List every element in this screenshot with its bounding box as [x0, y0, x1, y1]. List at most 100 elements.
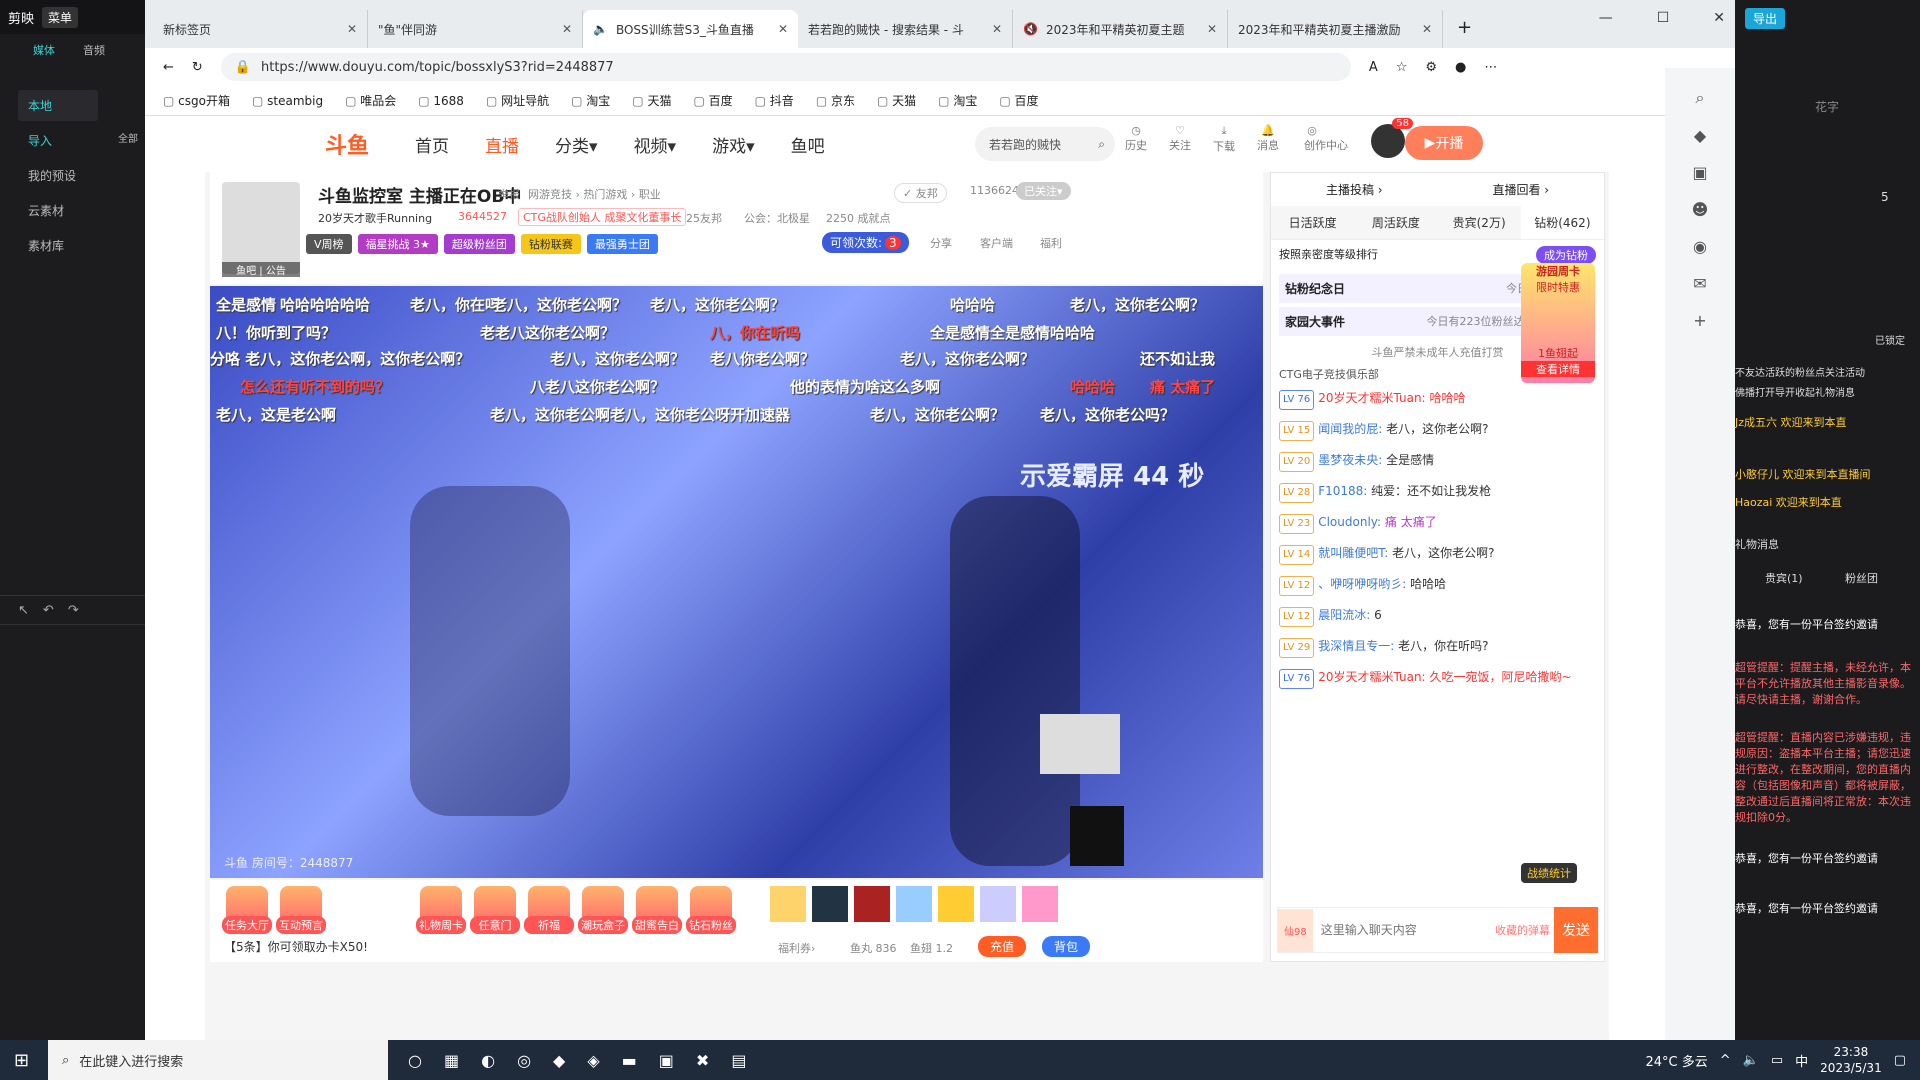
gift-icon[interactable]	[854, 886, 890, 922]
favorite-icon[interactable]: ☆	[1396, 60, 1408, 75]
app-icon[interactable]: ▣	[659, 1051, 674, 1070]
jy-side-cloud[interactable]: 云素材	[18, 195, 98, 226]
avatar[interactable]: 58	[1371, 118, 1413, 158]
cursor-icon[interactable]: ↖	[18, 603, 29, 618]
promo-card[interactable]: 游园周卡 限时特惠 1鱼翅起 查看详情	[1521, 263, 1595, 383]
edge-icon[interactable]: ◐	[481, 1051, 495, 1070]
close-icon[interactable]: ✕	[562, 22, 572, 36]
user-name[interactable]: 20岁天才糯米Tuan:	[1318, 391, 1425, 405]
go-live-button[interactable]: ▶ 开播	[1405, 126, 1483, 160]
bookmark[interactable]: 1688	[418, 94, 464, 108]
bookmark[interactable]: 京东	[816, 92, 855, 109]
guild-name[interactable]: 公会：北极星	[744, 210, 810, 226]
close-icon[interactable]: ✕	[347, 22, 357, 36]
redo-icon[interactable]: ↷	[68, 603, 79, 618]
add-icon[interactable]: +	[1693, 311, 1706, 330]
browser-tab[interactable]: 🔇 2023年和平精英初夏主题 ✕	[1013, 10, 1228, 48]
gift-icon[interactable]	[812, 886, 848, 922]
chat-input[interactable]	[1312, 923, 1495, 937]
minimize-icon[interactable]: —	[1599, 10, 1613, 26]
close-icon[interactable]: ✕	[1207, 22, 1217, 36]
nav-games[interactable]: 游戏▾	[712, 132, 755, 157]
people-icon[interactable]: ☻	[1692, 200, 1709, 219]
jy-tab-audio[interactable]: 音频	[76, 42, 112, 58]
client-button[interactable]: 客户端	[980, 235, 1013, 251]
office-icon[interactable]: ◉	[1693, 237, 1707, 256]
douyu-logo[interactable]: 斗鱼	[325, 128, 369, 160]
close-window-icon[interactable]: ✕	[1713, 10, 1725, 26]
tab-daily[interactable]: 日活跃度	[1271, 206, 1355, 239]
tag[interactable]: V周榜	[306, 234, 352, 254]
gift-item[interactable]: 钻石粉丝	[686, 886, 736, 934]
bookmark[interactable]: 网址导航	[486, 92, 549, 109]
windows-start-icon[interactable]: ⊞	[14, 1050, 29, 1071]
bookmark[interactable]: 淘宝	[571, 92, 610, 109]
bag-button[interactable]: 背包	[1042, 936, 1091, 957]
creator-button[interactable]: ◎ 创作中心	[1299, 124, 1353, 158]
browser-tab[interactable]: 2023年和平精英初夏主播激励 ✕	[1228, 10, 1443, 48]
nav-live[interactable]: 直播	[485, 132, 519, 157]
tab-weekly[interactable]: 周活跃度	[1354, 206, 1438, 239]
bookmark[interactable]: 唯品会	[345, 92, 396, 109]
history-button[interactable]: ◷ 历史	[1123, 124, 1149, 158]
bookmark[interactable]: steambig	[252, 94, 323, 108]
gift-item[interactable]: 甜蜜告白	[632, 886, 682, 934]
welfare-coupon[interactable]: 福利券›	[778, 940, 815, 956]
jy-side-local[interactable]: 本地	[18, 90, 98, 121]
user-name[interactable]: 晨阳流冰:	[1318, 608, 1370, 622]
back-icon[interactable]: ←	[163, 60, 174, 75]
bookmark[interactable]: 百度	[693, 92, 733, 109]
message-button[interactable]: 🔔 消息	[1255, 124, 1281, 158]
close-icon[interactable]: ✕	[778, 22, 788, 36]
undo-icon[interactable]: ↶	[43, 603, 54, 618]
gift-item[interactable]: 任务大厅	[222, 886, 272, 934]
tag-icon[interactable]: ◆	[1694, 126, 1706, 145]
new-tab-icon[interactable]: +	[1443, 17, 1486, 48]
download-button[interactable]: ⤓ 下载	[1211, 124, 1237, 158]
gift-item[interactable]: 礼物周卡	[416, 886, 466, 934]
video-player[interactable]: 全是感情 哈哈哈哈哈哈 老八，你在吗 老八，这你老公啊？ 老八，这你老公啊？ 哈…	[210, 286, 1263, 878]
browser-tab[interactable]: 新标签页 ✕	[153, 10, 368, 48]
welfare-button[interactable]: 福利	[1040, 235, 1062, 251]
user-name[interactable]: F10188:	[1318, 484, 1367, 498]
pip-thumbnail[interactable]	[1040, 714, 1120, 774]
network-icon[interactable]: ▭	[1771, 1053, 1783, 1068]
followed-button[interactable]: 已关注▾	[1016, 182, 1071, 200]
steam-icon[interactable]: ◎	[517, 1051, 531, 1070]
bookmark[interactable]: csgo开箱	[163, 92, 230, 109]
nav-home[interactable]: 首页	[415, 132, 449, 157]
search-icon[interactable]: ⌕	[1696, 88, 1705, 108]
become-diamond-button[interactable]: 成为钻粉	[1536, 246, 1596, 264]
follow-button[interactable]: ♡ 关注	[1167, 124, 1193, 158]
refresh-icon[interactable]: ↻	[192, 60, 203, 75]
site-search-input[interactable]: 若若跑的贼快 ⌕	[975, 127, 1115, 161]
app-icon[interactable]: ◈	[587, 1051, 599, 1070]
search-icon[interactable]: ⌕	[1098, 137, 1105, 152]
close-icon[interactable]: ✕	[1422, 22, 1432, 36]
task-view-icon[interactable]: ▦	[444, 1051, 459, 1070]
close-icon[interactable]: ✕	[992, 22, 1002, 36]
nav-video[interactable]: 视频▾	[634, 132, 677, 157]
gift-icon[interactable]	[938, 886, 974, 922]
user-name[interactable]: 20岁天才糯米Tuan:	[1318, 670, 1425, 684]
report-link[interactable]: 举报	[498, 186, 520, 202]
gift-icon[interactable]	[980, 886, 1016, 922]
tag[interactable]: 超级粉丝团	[443, 234, 515, 254]
room-category[interactable]: 网游竞技 › 热门游戏 › 职业	[528, 186, 661, 202]
more-icon[interactable]: ⋯	[1484, 60, 1497, 75]
tag[interactable]: 钻粉联赛	[520, 234, 581, 254]
capcut-icon[interactable]: ✖	[696, 1051, 709, 1070]
tag[interactable]: 福星挑战 3★	[357, 234, 438, 254]
anchor-posts-link[interactable]: 主播投稿 ›	[1326, 181, 1383, 198]
read-aloud-icon[interactable]: A	[1369, 60, 1378, 75]
gift-item[interactable]: 互动预言	[276, 886, 326, 934]
user-name[interactable]: 、咿呀咿呀哟彡:	[1318, 577, 1406, 591]
anchor-avatar[interactable]	[222, 182, 300, 274]
user-name[interactable]: Cloudonly:	[1318, 515, 1381, 529]
bookmark[interactable]: 百度	[999, 92, 1038, 109]
browser-tab[interactable]: 若若跑的贼快 - 搜索结果 - 斗 ✕	[798, 10, 1013, 48]
url-field[interactable]: 🔒 https://www.douyu.com/topic/bossxlyS3?r…	[220, 53, 1351, 81]
app-icon[interactable]: ◆	[553, 1051, 565, 1070]
stats-button[interactable]: 战绩统计	[1521, 863, 1577, 883]
fishbar-announce[interactable]: 鱼吧 | 公告	[222, 262, 300, 277]
